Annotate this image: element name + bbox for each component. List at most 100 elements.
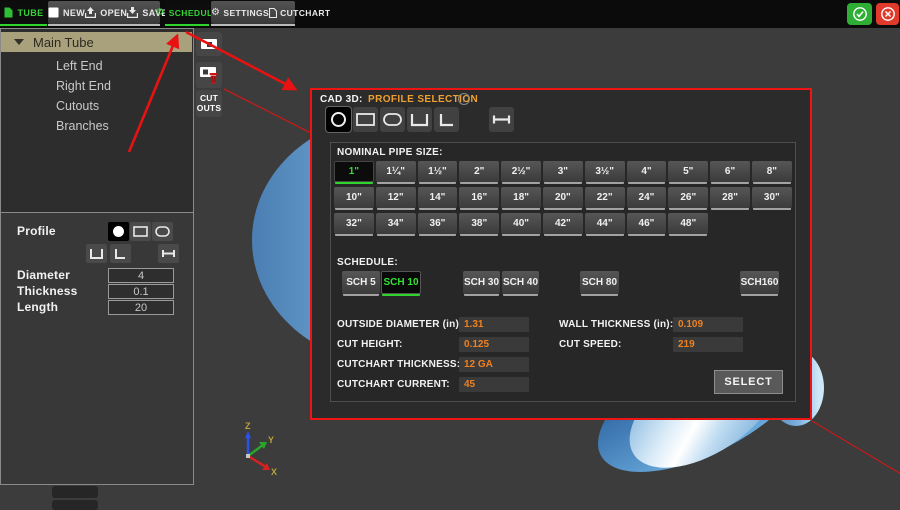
pipe-size-button[interactable]: 2" [459,161,499,182]
pipe-size-button[interactable]: 8" [752,161,792,182]
cutchart-button[interactable]: CUTCHART [269,1,330,24]
cutouts-label-line2: OUTS [197,104,221,114]
pipe-size-button[interactable]: 36" [418,213,458,234]
tree-item-cutouts[interactable]: Cutouts [56,96,99,116]
length-input[interactable] [108,300,174,315]
pipe-size-button[interactable]: 30" [752,187,792,208]
info-icon[interactable]: i [458,93,470,105]
profile-row-spacer [134,244,155,263]
cutchart-current-label: CUTCHART CURRENT: [337,379,450,390]
diameter-input[interactable] [108,268,174,283]
pipe-size-button[interactable]: 6" [710,161,750,182]
tree-item-branches[interactable]: Branches [56,116,109,136]
tree-root-label: Main Tube [33,35,94,50]
pipe-size-button[interactable]: 3" [543,161,583,182]
thickness-input[interactable] [108,284,174,299]
z-axis-head [245,431,251,438]
dialog-profile-angle-button[interactable] [434,107,459,132]
cutchart-current-value: 45 [459,377,529,392]
profile-panel-title: Profile [17,224,56,238]
file-group-underline [48,24,160,26]
pipe-size-button[interactable]: 28" [710,187,750,208]
dialog-profile-oval-button[interactable] [380,107,405,132]
pipe-size-button[interactable]: 5" [668,161,708,182]
round-profile-icon [112,225,125,238]
pipe-size-button[interactable]: 40" [501,213,541,234]
save-icon [127,7,138,18]
dialog-profile-shape-row [326,107,514,132]
dialog-profile-ibeam-button[interactable] [489,107,514,132]
schedule-gear-icon: ⚙ [155,8,164,18]
settings-button[interactable]: ⚙ SETTINGS [211,1,269,24]
axis-z-label: Z [245,421,251,431]
tree-item-main-tube[interactable]: Main Tube [1,32,192,52]
dialog-profile-round-button[interactable] [326,107,351,132]
profile-rectangle-button[interactable] [130,222,151,241]
open-button[interactable]: OPEN [85,1,127,24]
pipe-size-button[interactable]: 1" [334,161,374,182]
tube-menu-button[interactable]: TUBE [1,1,47,24]
profile-angle-button[interactable] [110,244,131,263]
delete-cutout-button[interactable] [196,62,222,88]
pipe-size-button[interactable]: 1½" [418,161,458,182]
schedule-button[interactable]: SCH 40 [502,271,539,294]
add-cutout-button[interactable] [196,32,222,56]
pipe-size-button[interactable]: 14" [418,187,458,208]
pipe-size-button[interactable]: 2½" [501,161,541,182]
profile-round-button[interactable] [108,222,129,241]
schedule-button[interactable]: SCH160 [740,271,779,294]
cancel-button[interactable] [876,3,899,25]
pipe-size-button[interactable]: 1¼" [376,161,416,182]
pipe-size-button[interactable]: 4" [627,161,667,182]
confirm-button[interactable] [847,3,872,25]
pipe-size-button[interactable]: 22" [585,187,625,208]
rectangle-profile-icon [356,113,375,126]
pipe-size-button[interactable]: 32" [334,213,374,234]
profile-selection-dialog: CAD 3D: PROFILE SELECTION i NOMINAL PIPE… [310,88,812,420]
pipe-size-button[interactable]: 18" [501,187,541,208]
profile-shape-row-2 [86,244,179,263]
profile-u-channel-button[interactable] [86,244,107,263]
cut-height-label: CUT HEIGHT: [337,339,403,350]
cutouts-button[interactable]: CUT OUTS [196,90,222,117]
settings-button-label: SETTINGS [223,8,269,18]
pipe-size-button[interactable]: 38" [459,213,499,234]
pipe-size-button[interactable]: 10" [334,187,374,208]
oval-profile-icon [155,226,170,237]
pipe-size-button[interactable]: 42" [543,213,583,234]
thickness-label: Thickness [17,284,78,298]
axis-origin [246,454,250,458]
pipe-size-button[interactable]: 48" [668,213,708,234]
x-circle-icon [880,6,896,22]
pipe-size-button[interactable]: 44" [585,213,625,234]
select-button[interactable]: SELECT [714,370,783,394]
pipe-size-button[interactable]: 24" [627,187,667,208]
pipe-size-button[interactable]: 26" [668,187,708,208]
pipe-size-button[interactable]: 20" [543,187,583,208]
tree-item-right-end[interactable]: Right End [56,76,111,96]
schedule-button[interactable]: SCH 30 [463,271,500,294]
schedule-button[interactable]: SCH 10 [381,271,421,294]
schedule-button[interactable]: ⚙ SCHEDULE [165,1,209,24]
pipe-size-button[interactable]: 12" [376,187,416,208]
pipe-size-button[interactable]: 16" [459,187,499,208]
profile-ibeam-button[interactable] [158,244,179,263]
cutchart-button-label: CUTCHART [280,8,330,18]
dialog-profile-spacer [461,107,487,132]
tree-item-left-end[interactable]: Left End [56,56,103,76]
pipe-size-button[interactable]: 34" [376,213,416,234]
pipe-size-button[interactable]: 3½" [585,161,625,182]
dialog-inner-panel: NOMINAL PIPE SIZE: 1" 1¼" 1½" 2" 2½" 3" … [330,142,796,402]
settings-button-group: ⚙ SETTINGS CUTCHART [211,1,295,24]
dialog-profile-u-channel-button[interactable] [407,107,432,132]
settings-group-underline [211,24,295,26]
new-button[interactable]: NEW [48,1,85,24]
profile-oval-button[interactable] [152,222,173,241]
dialog-profile-rectangle-button[interactable] [353,107,378,132]
schedule-button[interactable]: SCH 5 [342,271,380,294]
plate-trash-icon [199,66,219,84]
rectangle-profile-icon [133,226,148,237]
pipe-size-button[interactable]: 46" [627,213,667,234]
dialog-title: CAD 3D: [320,94,363,105]
schedule-button[interactable]: SCH 80 [580,271,619,294]
